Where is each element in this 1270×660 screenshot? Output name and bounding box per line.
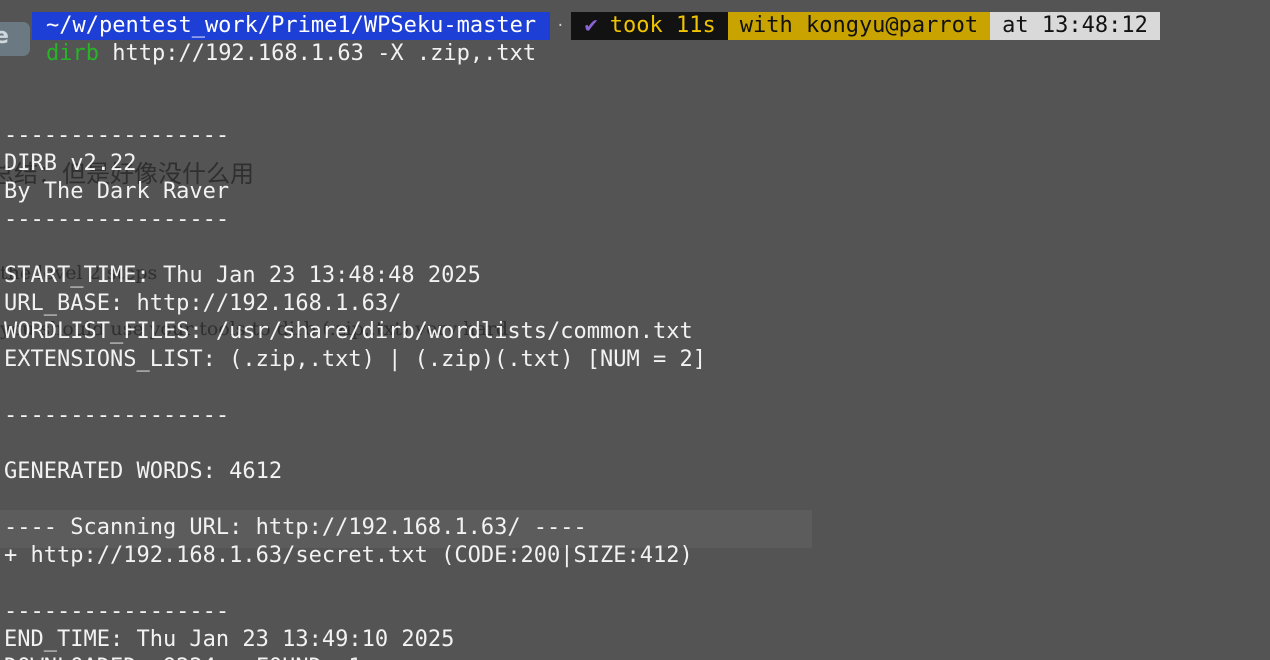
output-line: END_TIME: Thu Jan 23 13:49:10 2025 <box>4 627 455 652</box>
output-line: EXTENSIONS_LIST: (.zip,.txt) | (.zip)(.t… <box>4 347 706 372</box>
output-line: ----------------- <box>4 207 230 232</box>
background-app-icon <box>0 22 30 56</box>
output-line: ---- Scanning URL: http://192.168.1.63/ … <box>4 515 587 540</box>
background-app-logo-text: e <box>0 24 9 49</box>
command-args: http://192.168.1.63 -X .zip,.txt <box>98 41 537 66</box>
output-line: DOWNLOADED: 9224 - FOUND: 1 <box>4 654 706 660</box>
prompt-time: at 13:48:12 <box>990 12 1160 40</box>
output-line: URL_BASE: http://192.168.1.63/ <box>4 291 402 316</box>
output-line: WORDLIST_FILES: /usr/share/dirb/wordlist… <box>4 319 693 344</box>
check-icon: ✔ <box>570 12 604 40</box>
output-line: ----------------- <box>4 403 230 428</box>
output-line: START_TIME: Thu Jan 23 13:48:48 2025 <box>4 263 481 288</box>
terminal-output[interactable]: ----------------- DIRB v2.22 By The Dark R… <box>4 94 706 660</box>
prompt-path: ~/w/pentest_work/Prime1/WPSeku-master <box>32 12 551 40</box>
output-line: ----------------- <box>4 123 230 148</box>
command-line[interactable]: dirb http://192.168.1.63 -X .zip,.txt <box>46 40 536 68</box>
prompt-duration: took 11s <box>603 12 728 40</box>
output-line: GENERATED WORDS: 4612 <box>4 459 283 484</box>
output-line: + http://192.168.1.63/secret.txt (CODE:2… <box>4 543 693 568</box>
output-line: ----------------- <box>4 599 230 624</box>
command-name: dirb <box>46 41 99 66</box>
output-line: By The Dark Raver <box>4 179 230 204</box>
prompt-separator: · <box>550 12 571 40</box>
output-line: DIRB v2.22 <box>4 151 137 176</box>
prompt-user-host: with kongyu@parrot <box>727 12 991 40</box>
shell-prompt: ~/w/pentest_work/Prime1/WPSeku-master · … <box>32 12 1160 40</box>
